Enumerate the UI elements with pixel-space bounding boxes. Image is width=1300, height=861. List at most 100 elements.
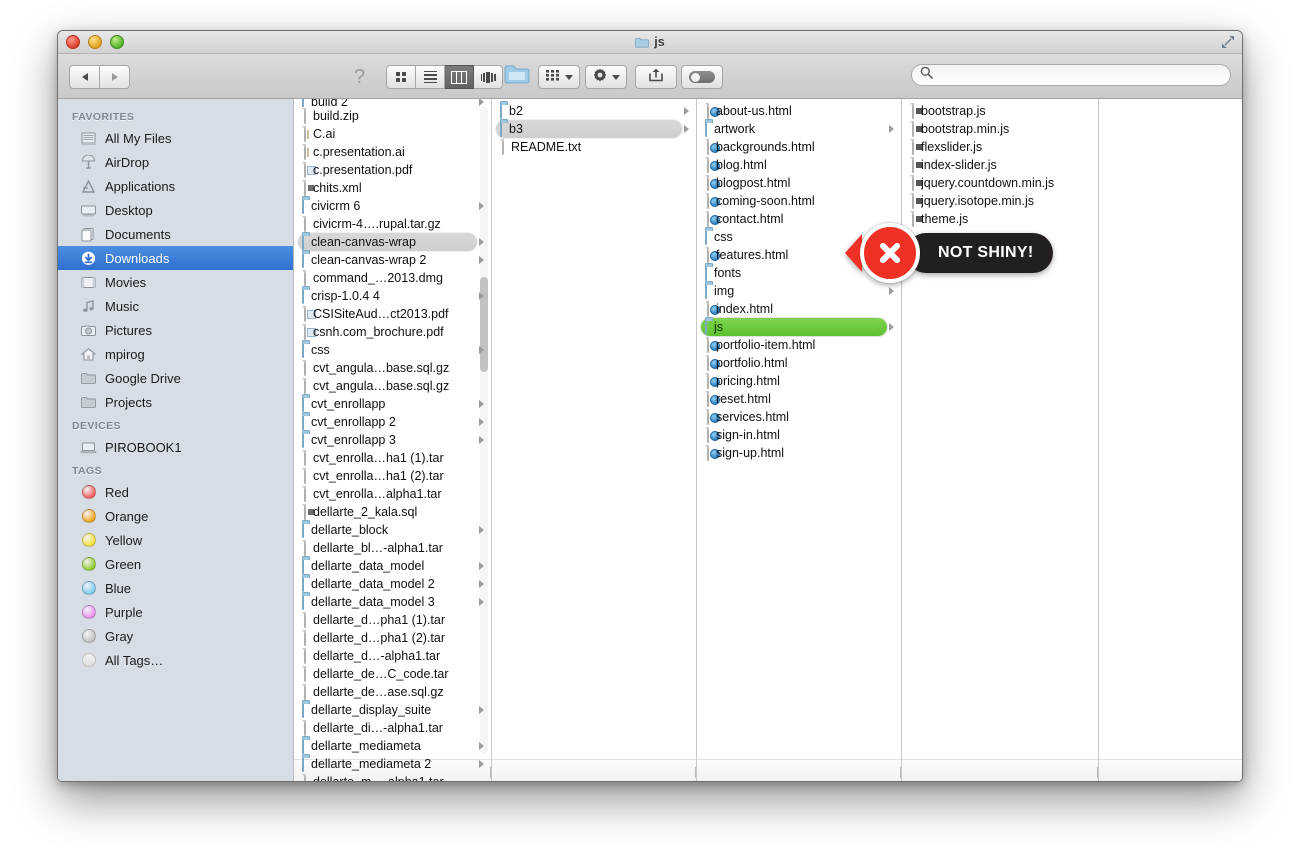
file-row[interactable]: clean-canvas-wrap xyxy=(294,233,491,251)
sidebar-item-gray[interactable]: Gray xyxy=(58,624,293,648)
file-row[interactable]: jquery.isotope.min.js xyxy=(902,192,1098,210)
file-row[interactable]: csnh.com_brochure.pdf xyxy=(294,323,491,341)
sidebar-item-movies[interactable]: Movies xyxy=(58,270,293,294)
file-row[interactable]: clean-canvas-wrap 2 xyxy=(294,251,491,269)
sidebar-item-orange[interactable]: Orange xyxy=(58,504,293,528)
icon-view-icon[interactable] xyxy=(386,65,416,89)
file-row[interactable]: README.txt xyxy=(492,138,696,156)
file-row[interactable]: js xyxy=(697,318,901,336)
file-row[interactable]: dellarte_2_kala.sql xyxy=(294,503,491,521)
file-icon xyxy=(302,108,306,124)
file-row[interactable]: C.ai xyxy=(294,125,491,143)
file-row[interactable]: c.presentation.pdf xyxy=(294,161,491,179)
file-row[interactable]: command_…2013.dmg xyxy=(294,269,491,287)
file-row[interactable]: build.zip xyxy=(294,107,491,125)
column-view-icon[interactable] xyxy=(445,65,474,89)
file-row[interactable]: c.presentation.ai xyxy=(294,143,491,161)
file-row[interactable]: reset.html xyxy=(697,390,901,408)
file-row[interactable]: dellarte_d…-alpha1.tar xyxy=(294,647,491,665)
file-row[interactable]: services.html xyxy=(697,408,901,426)
file-row[interactable]: dellarte_mediameta xyxy=(294,737,491,755)
sidebar-item-pictures[interactable]: Pictures xyxy=(58,318,293,342)
file-row[interactable]: img xyxy=(697,282,901,300)
file-row[interactable]: css xyxy=(294,341,491,359)
file-row[interactable]: dellarte_de…ase.sql.gz xyxy=(294,683,491,701)
file-row[interactable]: b2 xyxy=(492,102,696,120)
sidebar-item-blue[interactable]: Blue xyxy=(58,576,293,600)
file-row[interactable]: dellarte_di…-alpha1.tar xyxy=(294,719,491,737)
file-row[interactable]: dellarte_d…pha1 (2).tar xyxy=(294,629,491,647)
back-button[interactable] xyxy=(69,65,100,89)
file-row[interactable]: build 2 xyxy=(294,99,491,107)
file-row[interactable]: dellarte_de…C_code.tar xyxy=(294,665,491,683)
tags-button[interactable] xyxy=(681,65,723,89)
file-row[interactable]: civicrm-4….rupal.tar.gz xyxy=(294,215,491,233)
file-row[interactable]: pricing.html xyxy=(697,372,901,390)
file-row[interactable]: sign-up.html xyxy=(697,444,901,462)
sidebar-item-mpirog[interactable]: mpirog xyxy=(58,342,293,366)
sidebar-item-documents[interactable]: Documents xyxy=(58,222,293,246)
file-row[interactable]: dellarte_data_model 2 xyxy=(294,575,491,593)
file-row[interactable]: about-us.html xyxy=(697,102,901,120)
sidebar-item-music[interactable]: Music xyxy=(58,294,293,318)
file-row[interactable]: sign-in.html xyxy=(697,426,901,444)
file-row[interactable]: b3 xyxy=(492,120,696,138)
arrange-button[interactable] xyxy=(538,65,580,89)
fullscreen-icon[interactable] xyxy=(1221,35,1235,49)
sidebar-item-airdrop[interactable]: AirDrop xyxy=(58,150,293,174)
file-row[interactable]: chits.xml xyxy=(294,179,491,197)
sidebar-item-yellow[interactable]: Yellow xyxy=(58,528,293,552)
list-view-icon[interactable] xyxy=(416,65,445,89)
file-row[interactable]: cvt_enrolla…ha1 (1).tar xyxy=(294,449,491,467)
sidebar-item-downloads[interactable]: Downloads xyxy=(58,246,293,270)
sidebar-item-google-drive[interactable]: Google Drive xyxy=(58,366,293,390)
file-row[interactable]: dellarte_bl…-alpha1.tar xyxy=(294,539,491,557)
sidebar-item-pirobook1[interactable]: PIROBOOK1 xyxy=(58,435,293,459)
file-row[interactable]: blogpost.html xyxy=(697,174,901,192)
file-row[interactable]: dellarte_d…pha1 (1).tar xyxy=(294,611,491,629)
file-row[interactable]: index.html xyxy=(697,300,901,318)
file-row[interactable]: dellarte_data_model xyxy=(294,557,491,575)
file-row[interactable]: cvt_angula…base.sql.gz xyxy=(294,359,491,377)
coverflow-view-icon[interactable] xyxy=(474,65,503,89)
toolbar-folder-icon[interactable] xyxy=(504,64,530,90)
file-row[interactable]: dellarte_m…-alpha1.tar xyxy=(294,773,491,781)
file-row[interactable]: artwork xyxy=(697,120,901,138)
file-row[interactable]: dellarte_data_model 3 xyxy=(294,593,491,611)
file-row[interactable]: bootstrap.min.js xyxy=(902,120,1098,138)
file-row[interactable]: cvt_enrollapp 3 xyxy=(294,431,491,449)
file-row[interactable]: flexslider.js xyxy=(902,138,1098,156)
file-row[interactable]: CSISiteAud…ct2013.pdf xyxy=(294,305,491,323)
search-input[interactable] xyxy=(938,67,1212,83)
sidebar-item-projects[interactable]: Projects xyxy=(58,390,293,414)
file-row[interactable]: dellarte_display_suite xyxy=(294,701,491,719)
file-row[interactable]: cvt_enrollapp xyxy=(294,395,491,413)
file-row[interactable]: cvt_enrollapp 2 xyxy=(294,413,491,431)
file-row[interactable]: coming-soon.html xyxy=(697,192,901,210)
file-row[interactable]: cvt_enrolla…ha1 (2).tar xyxy=(294,467,491,485)
file-row[interactable]: blog.html xyxy=(697,156,901,174)
file-row[interactable]: civicrm 6 xyxy=(294,197,491,215)
file-row[interactable]: index-slider.js xyxy=(902,156,1098,174)
forward-button[interactable] xyxy=(100,65,130,89)
sidebar-item-purple[interactable]: Purple xyxy=(58,600,293,624)
sidebar-item-green[interactable]: Green xyxy=(58,552,293,576)
file-row[interactable]: portfolio.html xyxy=(697,354,901,372)
action-button[interactable] xyxy=(585,65,627,89)
file-row[interactable]: cvt_angula…base.sql.gz xyxy=(294,377,491,395)
file-row[interactable]: bootstrap.js xyxy=(902,102,1098,120)
sidebar-item-all-my-files[interactable]: All My Files xyxy=(58,126,293,150)
share-button[interactable] xyxy=(635,65,677,89)
file-row[interactable]: cvt_enrolla…alpha1.tar xyxy=(294,485,491,503)
file-row[interactable]: jquery.countdown.min.js xyxy=(902,174,1098,192)
sidebar-item-red[interactable]: Red xyxy=(58,480,293,504)
search-field[interactable] xyxy=(911,64,1231,86)
file-row[interactable]: backgrounds.html xyxy=(697,138,901,156)
sidebar-item-all-tags[interactable]: All Tags… xyxy=(58,648,293,672)
sidebar-item-applications[interactable]: Applications xyxy=(58,174,293,198)
file-row[interactable]: crisp-1.0.4 4 xyxy=(294,287,491,305)
file-row[interactable]: dellarte_mediameta 2 xyxy=(294,755,491,773)
sidebar-item-desktop[interactable]: Desktop xyxy=(58,198,293,222)
file-row[interactable]: dellarte_block xyxy=(294,521,491,539)
file-row[interactable]: portfolio-item.html xyxy=(697,336,901,354)
